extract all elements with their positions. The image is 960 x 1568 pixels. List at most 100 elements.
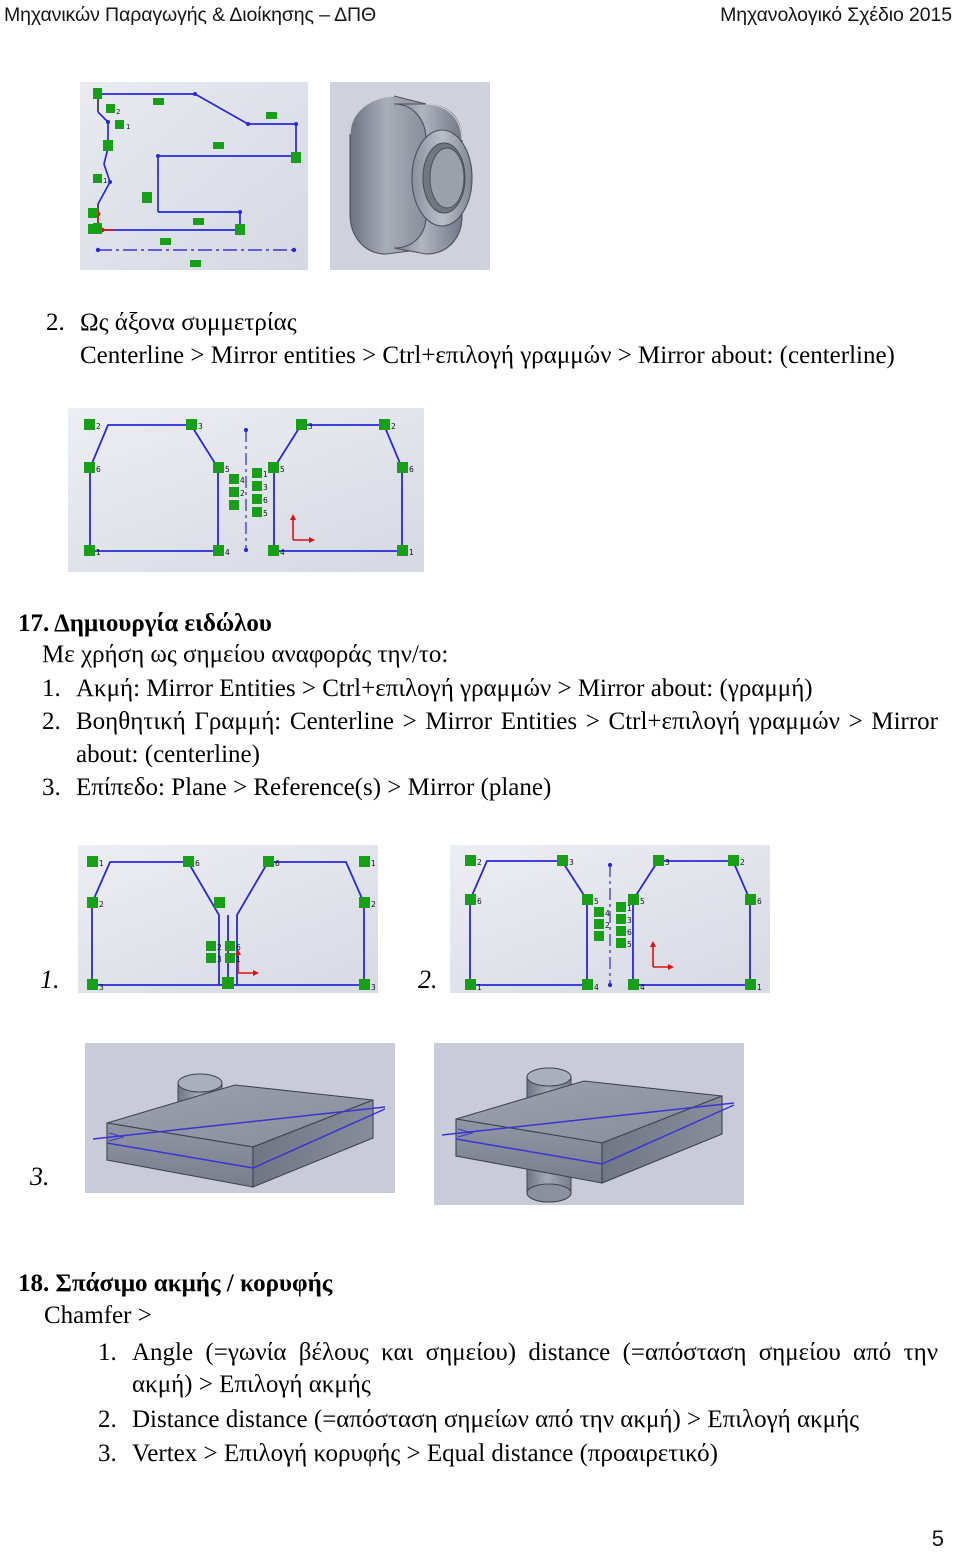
svg-text:1: 1 [236, 955, 241, 964]
header-left-text: Μηχανικών Παραγωγής & Διοίκησης – ΔΠΘ [4, 4, 377, 26]
mirror-centerline-svg-2: 2 3 6 5 1 4 2 3 6 5 1 4 4 2 1 3 6 5 [450, 845, 770, 993]
svg-text:4: 4 [225, 548, 230, 557]
svg-text:2: 2 [240, 489, 245, 498]
revolve-model-svg [330, 82, 490, 270]
item-number: 3. [98, 1440, 117, 1467]
plane-model-after-svg [434, 1043, 744, 1205]
svg-text:6: 6 [275, 859, 280, 868]
svg-text:1: 1 [409, 548, 414, 557]
item-number: 2. [42, 708, 61, 735]
section-17-title: Δημιουργία ειδώλου [54, 610, 272, 637]
section-18: 18. Σπάσιμο ακμής / κορυφής Chamfer > 1.… [18, 1270, 938, 1471]
page-header: Μηχανικών Παραγωγής & Διοίκησης – ΔΠΘ Μη… [0, 4, 960, 38]
svg-text:3: 3 [371, 983, 376, 992]
svg-text:3: 3 [627, 916, 632, 925]
svg-text:2: 2 [371, 900, 376, 909]
item-title: Ως άξονα συμμετρίας [80, 309, 297, 336]
svg-text:1: 1 [757, 983, 762, 992]
figure-revolve-sketch: 211 [80, 82, 308, 270]
section-17-item-1: 1. Ακμή: Mirror Entities > Ctrl+επιλογή … [42, 673, 938, 706]
svg-text:2: 2 [99, 900, 104, 909]
item-text: Distance distance (=απόσταση σημείων από… [132, 1405, 860, 1433]
figure-mirror-edge-sketch: 1 6 2 3 1 6 2 3 2 3 6 1 [78, 845, 378, 993]
svg-text:1: 1 [477, 983, 482, 992]
section-18-item-2: 2. Distance distance (=απόσταση σημείων … [98, 1404, 938, 1437]
svg-text:1: 1 [263, 470, 268, 479]
item-steps: Centerline > Mirror entities > Ctrl+επιλ… [80, 341, 895, 369]
svg-text:1: 1 [96, 548, 101, 557]
section-17-heading: 17. Δημιουργία ειδώλου [18, 610, 938, 638]
svg-text:3: 3 [569, 858, 574, 867]
header-right-text: Μηχανολογικό Σχέδιο 2015 [720, 4, 952, 26]
svg-text:2: 2 [605, 921, 610, 930]
figure-label-2: 2. [418, 965, 438, 994]
figure-label-3: 3. [30, 1162, 50, 1191]
svg-text:5: 5 [280, 465, 285, 474]
page-number: 5 [931, 1526, 944, 1551]
section-17-number: 17. [18, 610, 50, 637]
svg-text:5: 5 [640, 897, 645, 906]
item-text: Vertex > Επιλογή κορυφής > Equal distanc… [132, 1440, 718, 1467]
section-17: 17. Δημιουργία ειδώλου Με χρήση ως σημεί… [18, 610, 938, 805]
svg-text:1: 1 [99, 859, 104, 868]
figure-plane-model-after [434, 1043, 744, 1205]
section-18-title: Σπάσιμο ακμής / κορυφής [55, 1270, 333, 1297]
figure-plane-model-before [85, 1043, 395, 1193]
svg-text:3: 3 [263, 483, 268, 492]
svg-text:6: 6 [236, 943, 241, 952]
section-16-item-2: 2. Ως άξονα συμμετρίας Centerline > Mirr… [46, 307, 926, 372]
svg-text:3: 3 [217, 955, 222, 964]
item-number: 3. [42, 774, 61, 801]
svg-text:1: 1 [627, 904, 632, 913]
svg-text:3: 3 [198, 422, 203, 431]
svg-text:6: 6 [477, 897, 482, 906]
item-row: 2. Ως άξονα συμμετρίας Centerline > Mirr… [46, 307, 926, 372]
section-17-item-3: 3. Επίπεδο: Plane > Reference(s) > Mirro… [42, 772, 938, 805]
section-18-item-3: 3. Vertex > Επιλογή κορυφής > Equal dist… [98, 1438, 938, 1471]
svg-text:4: 4 [640, 983, 645, 992]
svg-text:6: 6 [195, 859, 200, 868]
svg-text:6: 6 [757, 897, 762, 906]
svg-text:2: 2 [391, 422, 396, 431]
mirror-centerline-svg: 2 3 6 5 1 4 2 3 6 5 1 4 4 2 1 3 6 5 [68, 408, 424, 572]
figure-label-1: 1. [40, 965, 60, 994]
svg-text:1: 1 [371, 859, 376, 868]
section-18-item-1: 1. Angle (=γωνία βέλους και σημείου) dis… [98, 1337, 938, 1402]
section-18-number: 18. [18, 1270, 50, 1297]
svg-text:1: 1 [103, 177, 107, 185]
section-18-lead: Chamfer > [44, 1302, 152, 1329]
item-text: Επίπεδο: Plane > Reference(s) > Mirror (… [76, 774, 552, 801]
svg-text:2: 2 [96, 422, 101, 431]
mirror-edge-svg: 1 6 2 3 1 6 2 3 2 3 6 1 [78, 845, 378, 993]
figure-revolve-model [330, 82, 490, 270]
svg-text:4: 4 [240, 476, 245, 485]
svg-text:2: 2 [217, 943, 222, 952]
svg-text:5: 5 [263, 509, 268, 518]
item-number: 2. [98, 1405, 117, 1433]
svg-text:1: 1 [126, 123, 130, 131]
svg-text:5: 5 [225, 465, 230, 474]
svg-text:3: 3 [308, 422, 313, 431]
svg-text:6: 6 [627, 928, 632, 937]
item-number: 1. [42, 674, 61, 702]
section-17-item-2: 2. Βοηθητική Γραμμή: Centerline > Mirror… [42, 706, 938, 771]
svg-text:4: 4 [605, 909, 610, 918]
svg-text:4: 4 [280, 548, 285, 557]
figure-mirror-centerline-sketch: 2 3 6 5 1 4 2 3 6 5 1 4 4 2 1 3 6 5 [68, 408, 424, 572]
figure-mirror-centerline-sketch-2: 2 3 6 5 1 4 2 3 6 5 1 4 4 2 1 3 6 5 [450, 845, 770, 993]
svg-text:6: 6 [96, 465, 101, 474]
svg-text:2: 2 [477, 858, 482, 867]
item-number: 1. [98, 1338, 117, 1366]
svg-text:4: 4 [594, 983, 599, 992]
section-17-lead: Με χρήση ως σημείου αναφοράς την/το: [42, 641, 449, 668]
svg-text:5: 5 [594, 897, 599, 906]
svg-text:3: 3 [99, 983, 104, 992]
svg-text:6: 6 [263, 496, 268, 505]
svg-text:2: 2 [116, 108, 120, 116]
svg-text:2: 2 [740, 858, 745, 867]
item-text: Angle (=γωνία βέλους και σημείου) distan… [132, 1338, 938, 1399]
plane-model-before-svg [85, 1043, 395, 1193]
revolve-sketch-svg: 211 [80, 82, 308, 270]
svg-text:6: 6 [409, 465, 414, 474]
svg-text:3: 3 [665, 858, 670, 867]
